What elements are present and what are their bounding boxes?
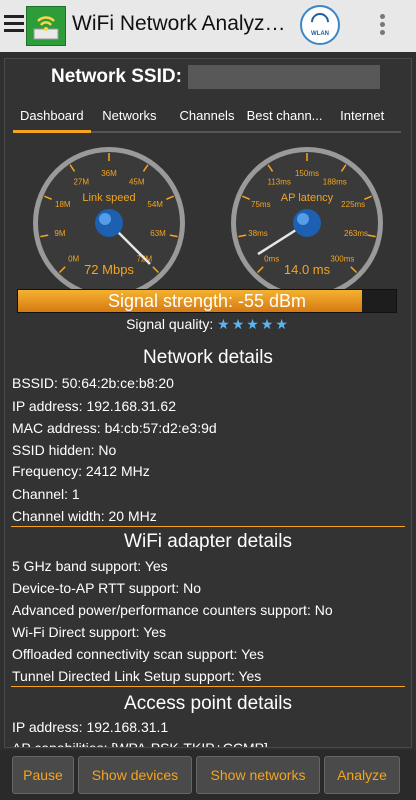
show-devices-button[interactable]: Show devices <box>78 756 192 794</box>
detail-channel: Channel: 1 <box>12 486 80 502</box>
ssid-label: Network SSID: <box>51 66 182 88</box>
latency-gauge: 0ms 38ms 75ms 113ms 150ms 188ms 225ms 263ms 300m… <box>231 147 383 289</box>
latency-tick-label: 75ms <box>251 200 271 209</box>
link-speed-tick-label: 63M <box>150 229 166 238</box>
detail-ip-address: IP address: 192.168.31.62 <box>12 398 176 414</box>
latency-tick-label: 225ms <box>341 200 365 209</box>
latency-title: AP latency <box>281 192 334 204</box>
detail-offloaded-scan: Offloaded connectivity scan support: Yes <box>12 646 264 662</box>
latency-tick-label: 38ms <box>248 229 268 238</box>
latency-globe-highlight <box>297 213 309 225</box>
tab-dashboard[interactable]: Dashboard <box>13 105 91 133</box>
latency-tick-label: 150ms <box>295 169 319 178</box>
ssid-row: Network SSID: <box>51 65 380 89</box>
divider <box>11 526 405 527</box>
latency-tick-label: 300ms <box>330 254 354 263</box>
tab-bar: Dashboard Networks Channels Best chann..… <box>13 105 401 133</box>
detail-5ghz-support: 5 GHz band support: Yes <box>12 558 168 574</box>
tab-best-channels[interactable]: Best chann... <box>245 105 324 133</box>
adapter-details-title: WiFi adapter details <box>124 531 292 552</box>
link-speed-tick-label: 9M <box>54 229 65 238</box>
detail-channel-width: Channel width: 20 MHz <box>12 508 157 524</box>
analyze-button[interactable]: Analyze <box>324 756 400 794</box>
latency-value: 14.0 ms <box>284 262 331 277</box>
tab-networks[interactable]: Networks <box>90 105 169 133</box>
latency-tick-label: 263ms <box>344 229 368 238</box>
signal-quality-label: Signal quality: <box>126 316 214 332</box>
link-speed-tick-label: 0M <box>68 254 79 263</box>
detail-bssid: BSSID: 50:64:2b:ce:b8:20 <box>12 375 174 391</box>
wlan-label: WLAN <box>311 31 329 37</box>
link-speed-title: Link speed <box>82 192 135 204</box>
link-speed-tick-label: 54M <box>147 200 163 209</box>
latency-tick-label: 113ms <box>268 177 291 186</box>
signal-strength-bar: Signal strength: -55 dBm <box>17 289 397 313</box>
tab-internet[interactable]: Internet <box>323 105 401 133</box>
link-speed-tick-label: 45M <box>129 177 145 186</box>
network-details-title: Network details <box>143 347 273 368</box>
detail-wifi-direct: Wi-Fi Direct support: Yes <box>12 624 167 640</box>
app-bar: WiFi Network Analyz… WLAN <box>0 0 416 52</box>
signal-quality-row: Signal quality: ★★★★★ <box>5 316 411 333</box>
detail-ap-capabilities: AP capabilities: [WPA-PSK-TKIP+CCMP] <box>12 740 268 748</box>
app-title: WiFi Network Analyz… <box>72 12 286 35</box>
gauges: 0M9M18M27M36M45M54M63M72MLink speed72 Mb… <box>5 143 411 289</box>
dashboard-panel: Network SSID: Dashboard Networks Channel… <box>4 58 412 748</box>
detail-tdls-support: Tunnel Directed Link Setup support: Yes <box>12 668 262 684</box>
link-speed-value: 72 Mbps <box>84 262 134 277</box>
link-speed-globe-highlight <box>99 213 111 225</box>
tab-channels[interactable]: Channels <box>168 105 246 133</box>
latency-tick-label: 0ms <box>264 254 279 263</box>
link-speed-tick-label: 36M <box>101 169 117 178</box>
link-speed-tick-label: 18M <box>55 200 71 209</box>
detail-ssid-hidden: SSID hidden: No <box>12 442 117 458</box>
divider <box>11 686 405 687</box>
bottom-button-bar: Pause Show devices Show networks Analyze <box>0 750 416 800</box>
link-speed-gauge: 0M9M18M27M36M45M54M63M72MLink speed72 Mb… <box>33 147 185 289</box>
more-options-icon[interactable] <box>380 14 386 38</box>
detail-ap-ip-address: IP address: 192.168.31.1 <box>12 719 169 735</box>
show-networks-button[interactable]: Show networks <box>196 756 320 794</box>
menu-icon[interactable] <box>4 15 24 35</box>
signal-quality-stars: ★★★★★ <box>217 316 290 332</box>
pause-button[interactable]: Pause <box>12 756 74 794</box>
link-speed-tick-label: 27M <box>73 177 89 186</box>
latency-tick-label: 188ms <box>323 177 347 186</box>
ap-details-title: Access point details <box>124 693 292 714</box>
detail-mac-address: MAC address: b4:cb:57:d2:e3:9d <box>12 420 217 436</box>
detail-frequency: Frequency: 2412 MHz <box>12 463 150 479</box>
detail-rtt-support: Device-to-AP RTT support: No <box>12 580 202 596</box>
signal-strength-text: Signal strength: -55 dBm <box>107 291 307 311</box>
detail-power-counters: Advanced power/performance counters supp… <box>12 602 333 618</box>
wlan-icon[interactable]: WLAN <box>300 5 340 45</box>
ssid-value-redacted <box>187 65 380 89</box>
app-logo-icon <box>26 6 66 46</box>
